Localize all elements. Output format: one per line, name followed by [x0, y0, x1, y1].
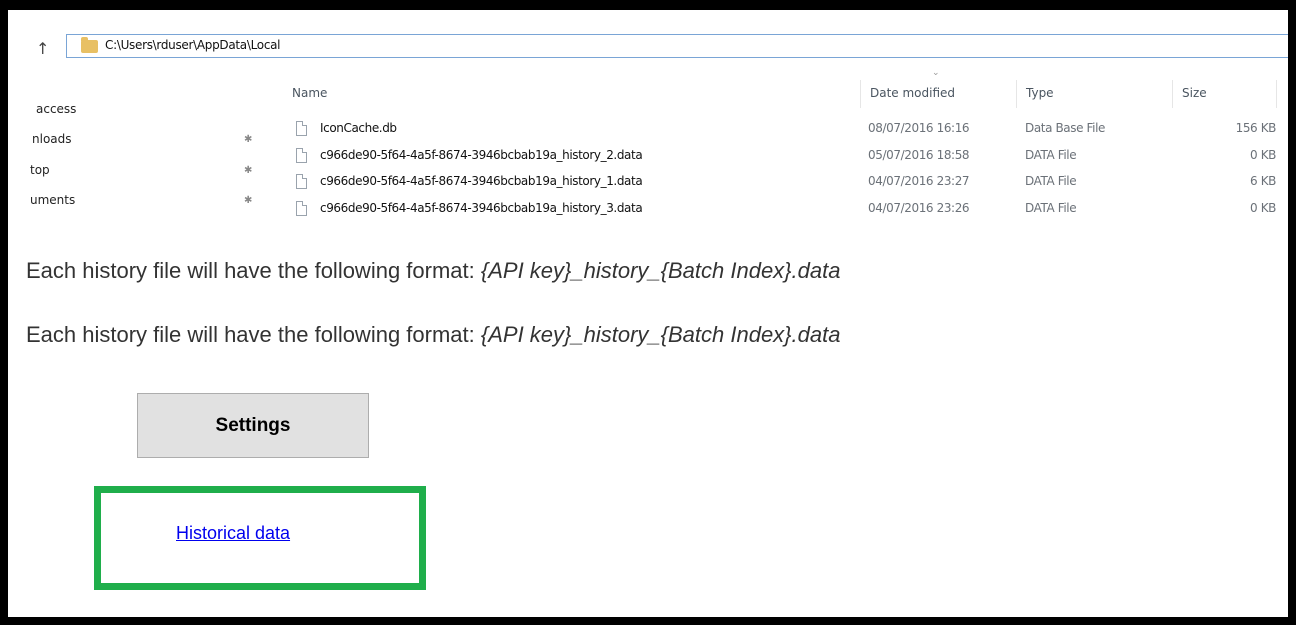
- nav-item-documents[interactable]: uments: [30, 193, 75, 213]
- format-description-text: Each history file will have the followin…: [26, 322, 481, 347]
- file-date: 08/07/2016 16:16: [868, 121, 970, 135]
- file-row[interactable]: c966de90-5f64-4a5f-8674-3946bcbab19a_his…: [292, 173, 1282, 195]
- settings-button[interactable]: Settings: [137, 393, 369, 458]
- file-name[interactable]: c966de90-5f64-4a5f-8674-3946bcbab19a_his…: [320, 174, 643, 188]
- file-icon: [296, 148, 307, 163]
- file-type: DATA File: [1025, 201, 1077, 215]
- file-format-pattern: {API key}_history_{Batch Index}.data: [480, 258, 841, 283]
- file-date: 05/07/2016 18:58: [868, 148, 970, 162]
- column-header-date-modified[interactable]: Date modified: [870, 86, 955, 100]
- column-header-size[interactable]: Size: [1182, 86, 1207, 100]
- nav-item-quick-access[interactable]: access: [36, 102, 76, 122]
- file-date: 04/07/2016 23:27: [868, 174, 970, 188]
- file-explorer-window: ↑ C:\Users\rduser\AppData\Local access n…: [8, 10, 1288, 240]
- screenshot-frame: ↑ C:\Users\rduser\AppData\Local access n…: [8, 10, 1288, 617]
- column-header-type[interactable]: Type: [1026, 86, 1054, 100]
- column-divider[interactable]: [860, 80, 861, 108]
- column-divider[interactable]: [1172, 80, 1173, 108]
- file-size: 0 KB: [1250, 201, 1276, 215]
- navigation-pane: access nloads ✱ top ✱ uments ✱: [8, 72, 268, 242]
- historical-data-link[interactable]: Historical data: [176, 523, 290, 544]
- pin-icon[interactable]: ✱: [244, 134, 252, 145]
- format-description-line: Each history file will have the followin…: [26, 258, 840, 284]
- nav-item-desktop[interactable]: top: [30, 163, 50, 183]
- file-row[interactable]: IconCache.db 08/07/2016 16:16 Data Base …: [292, 120, 1282, 142]
- file-icon: [296, 121, 307, 136]
- pin-icon[interactable]: ✱: [244, 165, 252, 176]
- format-description-text: Each history file will have the followin…: [26, 258, 481, 283]
- pin-icon[interactable]: ✱: [244, 195, 252, 206]
- file-name[interactable]: IconCache.db: [320, 121, 397, 135]
- column-header-name[interactable]: Name: [292, 86, 327, 100]
- file-type: DATA File: [1025, 148, 1077, 162]
- file-row[interactable]: c966de90-5f64-4a5f-8674-3946bcbab19a_his…: [292, 147, 1282, 169]
- file-icon: [296, 201, 307, 216]
- folder-icon: [81, 37, 98, 53]
- nav-item-downloads[interactable]: nloads: [32, 132, 72, 152]
- file-size: 0 KB: [1250, 148, 1276, 162]
- file-name[interactable]: c966de90-5f64-4a5f-8674-3946bcbab19a_his…: [320, 201, 643, 215]
- file-type: DATA File: [1025, 174, 1077, 188]
- file-date: 04/07/2016 23:26: [868, 201, 970, 215]
- file-row[interactable]: c966de90-5f64-4a5f-8674-3946bcbab19a_his…: [292, 200, 1282, 222]
- column-divider[interactable]: [1276, 80, 1277, 108]
- file-size: 156 KB: [1235, 121, 1277, 135]
- format-description-line: Each history file will have the followin…: [26, 322, 840, 348]
- file-size: 6 KB: [1250, 174, 1276, 188]
- file-type: Data Base File: [1025, 121, 1105, 135]
- file-format-pattern: {API key}_history_{Batch Index}.data: [480, 322, 841, 347]
- address-path[interactable]: C:\Users\rduser\AppData\Local: [105, 38, 281, 52]
- sort-chevron-icon: ⌄: [932, 68, 940, 78]
- file-name[interactable]: c966de90-5f64-4a5f-8674-3946bcbab19a_his…: [320, 148, 643, 162]
- address-bar[interactable]: C:\Users\rduser\AppData\Local: [66, 34, 1288, 58]
- column-divider[interactable]: [1016, 80, 1017, 108]
- up-arrow-icon[interactable]: ↑: [36, 39, 49, 58]
- file-icon: [296, 174, 307, 189]
